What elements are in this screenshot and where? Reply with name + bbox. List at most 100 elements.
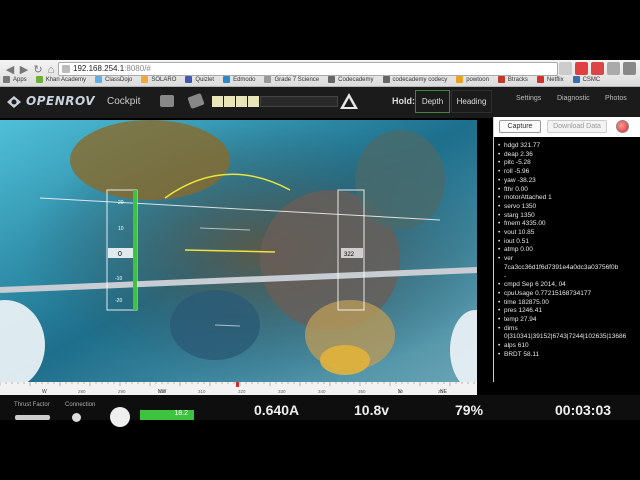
bookmarks-bar: Apps Khan Academy ClassDojo SOLARO Quizlet Ed… [0, 72, 640, 87]
telemetry-item: • pitc -5.28 [498, 159, 640, 168]
hold-heading-button[interactable]: Heading [451, 90, 492, 113]
telemetry-value: fmem 4335.00 [504, 220, 546, 228]
download-data-button[interactable]: Download Data [547, 120, 607, 133]
photos-link[interactable]: Photos [605, 95, 627, 102]
bookmark-item[interactable]: CSMC [572, 76, 601, 83]
depth-tick: -20 [115, 298, 122, 304]
bookmark-icon [536, 76, 544, 83]
telemetry-value: hdgd 321.77 [504, 142, 541, 149]
telemetry-item: • BRDT 58.11 [498, 351, 640, 360]
hud-overlay: 0 20 10 -10 -20 322 [0, 120, 477, 382]
telemetry-item: • fthr 0.00 [498, 186, 640, 195]
hold-depth-button[interactable]: Depth [415, 90, 450, 113]
bookmark-item[interactable]: Btracks [497, 76, 528, 83]
compass-number: 20 [438, 389, 444, 394]
diagnostic-link[interactable]: Diagnostic [557, 95, 590, 102]
telemetry-item: - [498, 273, 640, 282]
bookmark-item[interactable]: SOLARO [141, 76, 176, 83]
app-name: Cockpit [107, 96, 141, 107]
bookmark-icon [141, 76, 149, 83]
coral [355, 130, 445, 230]
depth-status-box: 18.2 [140, 410, 194, 420]
telemetry-item: • hdgd 321.77 [498, 142, 640, 151]
battery-cell [212, 96, 223, 107]
telemetry-value: vout 10.85 [504, 229, 535, 237]
telemetry-item: • pres 1246.41 [498, 307, 640, 316]
bookmark-icon [35, 76, 43, 83]
telemetry-item: • time 182875.00 [498, 299, 640, 308]
telemetry-item: • yaw -38.23 [498, 177, 640, 186]
compass-number: 350 [358, 389, 366, 394]
compass-strip: WNWNNE280290300310320330340350102030 [0, 382, 484, 395]
telemetry-panel: Capture Download Data • hdgd 321.77 • deap … [493, 117, 640, 382]
telemetry-value: ver [504, 255, 514, 263]
bookmark-label: codecademy codecy [392, 76, 448, 83]
telemetry-value: 7ca3cc36d1f6d7391e4a0dc3a03756f0b [504, 263, 619, 271]
telemetry-value: dims [504, 324, 518, 332]
telemetry-value: fthr 0.00 [504, 185, 528, 193]
bookmark-icon [3, 76, 10, 83]
bookmark-label: Quizlet [195, 76, 215, 83]
panel-toolbar: Capture Download Data [494, 117, 640, 137]
connection-label: Connection [65, 402, 96, 408]
bookmark-item[interactable]: powtoon [456, 76, 489, 83]
telemetry-item: • servo 1350 [498, 203, 640, 212]
telemetry-value: cpuUsage 0.77215168734177 [504, 289, 592, 297]
bookmark-item[interactable]: Grade 7 Science [264, 76, 319, 83]
camera-icon[interactable] [160, 95, 174, 107]
bookmark-item[interactable]: Codecademy [328, 76, 374, 83]
telemetry-value: 0|310341|39152|6743|7244|102635|13686 [504, 333, 627, 341]
bookmark-icon [185, 76, 193, 83]
telemetry-item: • dims [498, 325, 640, 334]
telemetry-value: iout 0.51 [504, 237, 529, 245]
bookmark-label: Btracks [507, 76, 528, 83]
bookmark-item[interactable]: Khan Academy [35, 76, 86, 83]
openrov-logo-icon [7, 96, 21, 108]
lights-icon[interactable] [187, 92, 205, 110]
telemetry-item: • atmp 0.00 [498, 246, 640, 255]
depth-tape-bar [133, 190, 137, 310]
capture-button[interactable]: Capture [499, 120, 541, 133]
bookmark-label: SOLARO [151, 76, 177, 83]
bookmark-item[interactable]: Quizlet [185, 76, 214, 83]
battery-percent: 79% [455, 402, 484, 418]
telemetry-value: pres 1246.41 [504, 307, 542, 315]
bookmark-icon [572, 76, 580, 83]
compass-number: 10 [398, 389, 404, 394]
compass-number: 340 [318, 389, 326, 394]
telemetry-item: • cmpd Sep 6 2014, 04 [498, 281, 640, 290]
bookmark-item[interactable]: codecademy codecy [382, 76, 448, 83]
telemetry-value: BRDT 58.11 [504, 350, 540, 358]
telemetry-item: 7ca3cc36d1f6d7391e4a0dc3a03756f0b [498, 264, 640, 273]
telemetry-value: alps 610 [504, 342, 529, 350]
battery-cell [224, 96, 235, 107]
record-icon[interactable] [616, 120, 629, 133]
joystick-icon[interactable] [110, 407, 130, 427]
voltage-readout: 10.8v [354, 402, 390, 418]
telemetry-item: • ver [498, 255, 640, 264]
bookmark-item[interactable]: Edmodo [223, 76, 255, 83]
telemetry-item: • motorAttached 1 [498, 194, 640, 203]
depth-tick: -10 [115, 276, 122, 282]
connection-indicator [72, 413, 81, 422]
compass-number: 310 [198, 389, 206, 394]
compass-number: 320 [238, 389, 246, 394]
cockpit-header: OPENROV Cockpit Hold: Depth Heading Sett… [0, 87, 640, 118]
bookmark-item[interactable]: Apps [3, 76, 27, 83]
bookmark-item[interactable]: ClassDojo [95, 76, 132, 83]
bookmark-label: Codecademy [338, 76, 374, 83]
telemetry-value: pitc -5.28 [504, 159, 531, 167]
bookmark-icon [328, 76, 336, 83]
video-feed[interactable]: 0 20 10 -10 -20 322 [0, 120, 477, 382]
current-readout: 0.640A [254, 402, 300, 418]
telemetry-value: servo 1350 [504, 202, 537, 210]
telemetry-value: atmp 0.00 [504, 246, 533, 254]
laser-icon[interactable] [339, 92, 359, 110]
bookmark-label: Grade 7 Science [274, 76, 320, 83]
thrust-factor-control[interactable] [15, 415, 50, 420]
bookmark-icon [95, 76, 103, 83]
depth-tick: 20 [118, 200, 124, 206]
settings-link[interactable]: Settings [516, 95, 541, 102]
bookmark-item[interactable]: Netflix [536, 76, 564, 83]
bookmark-label: CSMC [582, 76, 601, 83]
